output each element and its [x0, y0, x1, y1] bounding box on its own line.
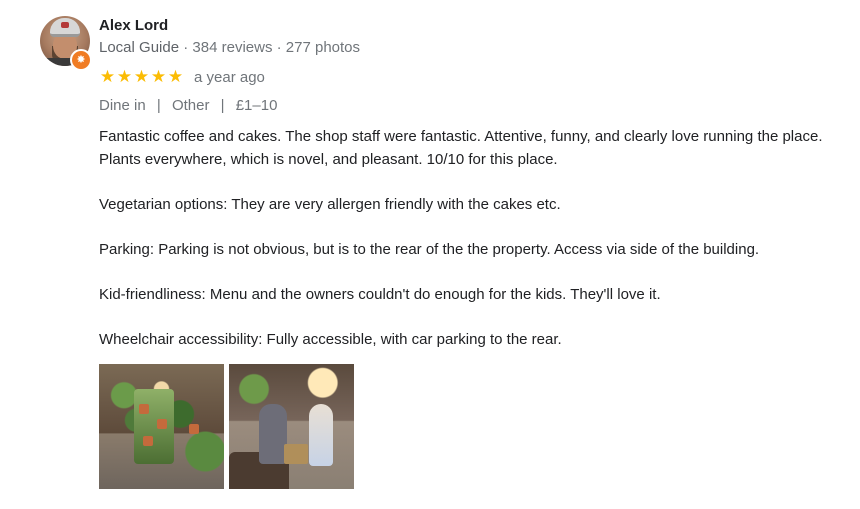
avatar[interactable]: ✸ [40, 16, 92, 71]
author-meta: Local Guide · 384 reviews · 277 photos [99, 39, 360, 56]
attribute-price: £1–10 [235, 97, 278, 114]
star-icon: ★ [133, 67, 150, 86]
review-paragraph: Vegetarian options: They are very allerg… [99, 195, 561, 213]
review-paragraph: Kid-friendliness: Menu and the owners co… [99, 285, 661, 303]
local-guide-badge-icon: ✸ [70, 49, 92, 71]
review-text: Fantastic coffee and cakes. The shop sta… [99, 126, 849, 374]
attribute-separator: | [156, 97, 161, 114]
review-paragraph: Wheelchair accessibility: Fully accessib… [99, 330, 562, 348]
attribute-service: Dine in [99, 97, 146, 114]
star-icon: ★ [116, 67, 133, 86]
review-time: a year ago [194, 68, 265, 86]
author-name[interactable]: Alex Lord [99, 17, 168, 34]
rating-row: ★ ★ ★ ★ ★ a year ago [99, 67, 265, 87]
attribute-separator: | [220, 97, 225, 114]
author-photo-count: 277 photos [285, 39, 361, 56]
meta-separator: · [276, 39, 282, 56]
meta-separator: · [183, 39, 189, 56]
review-paragraph: Parking: Parking is not obvious, but is … [99, 240, 760, 258]
author-review-count: 384 reviews [192, 39, 273, 56]
review-card: ✸ Alex Lord Local Guide · 384 reviews · … [0, 0, 860, 509]
author-role: Local Guide [99, 39, 180, 56]
star-icon: ★ [99, 67, 116, 86]
review-attributes: Dine in | Other | £1–10 [99, 97, 277, 114]
review-photo-interior[interactable] [229, 364, 354, 489]
star-icon: ★ [167, 67, 184, 86]
review-photo-plants[interactable] [99, 364, 224, 489]
attribute-meal-type: Other [171, 97, 210, 114]
review-paragraph: Fantastic coffee and cakes. The shop sta… [99, 128, 823, 168]
star-icon: ★ [150, 67, 167, 86]
star-rating: ★ ★ ★ ★ ★ [99, 67, 184, 87]
review-photos [99, 364, 354, 489]
